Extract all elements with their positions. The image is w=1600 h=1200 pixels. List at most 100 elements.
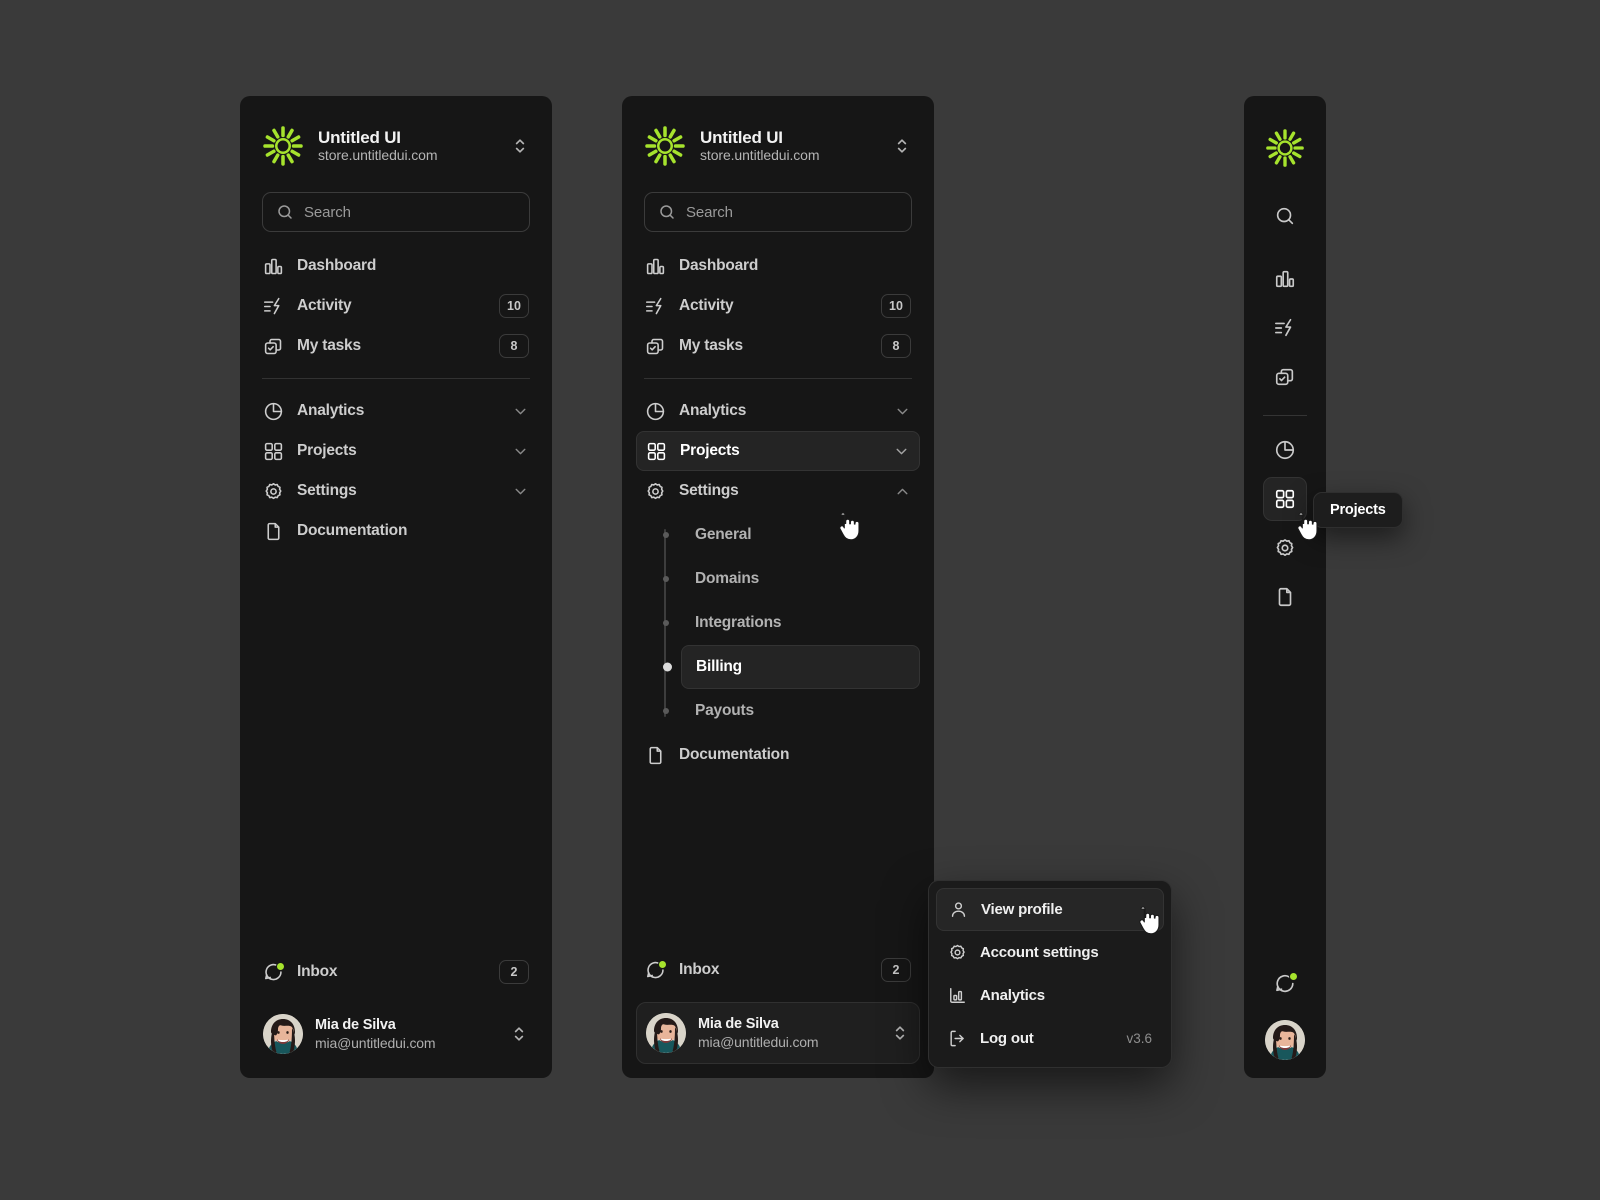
pie-chart-icon (645, 401, 666, 422)
tree-dot (663, 576, 669, 582)
menu-item-view-profile[interactable]: View profile (936, 888, 1164, 931)
sunburst-logo-icon (262, 125, 304, 167)
checked-copy-icon (263, 336, 284, 357)
account-text: Mia de Silva mia@untitledui.com (315, 1017, 497, 1051)
chevron-up-down-icon[interactable] (890, 1023, 910, 1043)
activity-badge: 10 (499, 294, 529, 318)
sidebar-item-documentation[interactable]: Documentation (254, 511, 538, 551)
sidebar-item-inbox[interactable]: Inbox 2 (636, 950, 920, 990)
account-email: mia@untitledui.com (698, 1033, 819, 1050)
avatar[interactable] (1265, 1020, 1305, 1060)
search-icon (658, 203, 676, 221)
sidebar-item-dashboard[interactable]: Dashboard (636, 246, 920, 286)
menu-item-log-out[interactable]: Log out v3.6 (936, 1017, 1164, 1060)
user-icon (949, 900, 968, 919)
my-tasks-badge: 8 (881, 334, 911, 358)
sidebar-item-settings[interactable]: Settings (636, 471, 920, 511)
sidebar-item-analytics[interactable]: Analytics (254, 391, 538, 431)
subnav-item-label: Payouts (695, 702, 754, 719)
sidebar-item-projects[interactable]: Projects (636, 431, 920, 471)
chevron-down-icon[interactable] (893, 443, 910, 460)
inbox-badge: 2 (499, 960, 529, 984)
subnav-item-label: Domains (695, 570, 760, 587)
tree-dot (663, 708, 669, 714)
chevron-down-icon[interactable] (894, 403, 911, 420)
sidebar-item-dashboard[interactable]: Dashboard (254, 246, 538, 286)
menu-item-account-settings[interactable]: Account settings (936, 931, 1164, 974)
rail-item-analytics[interactable] (1263, 428, 1307, 472)
chevron-down-icon[interactable] (512, 483, 529, 500)
sidebar-item-label: Documentation (679, 746, 790, 763)
chevron-up-icon[interactable] (894, 483, 911, 500)
rail-item-projects[interactable] (1263, 477, 1307, 521)
sidebar-item-my-tasks[interactable]: My tasks 8 (636, 326, 920, 366)
sidebar-item-projects[interactable]: Projects (254, 431, 538, 471)
account-switcher[interactable]: Mia de Silva mia@untitledui.com (254, 1004, 538, 1064)
menu-item-label: View profile (981, 901, 1063, 918)
rail-inner (1244, 96, 1326, 1078)
brand-text: Untitled UI store.untitledui.com (318, 128, 496, 164)
subnav-item-label: Integrations (695, 614, 782, 631)
primary-nav: Dashboard Activity 10 My tasks 8 (240, 232, 552, 366)
pie-chart-icon (263, 401, 284, 422)
brand-header[interactable]: Untitled UI store.untitledui.com (622, 118, 934, 174)
rail-item-inbox[interactable] (1263, 962, 1307, 1006)
sidebar-item-documentation[interactable]: Documentation (636, 735, 920, 775)
bar-chart-icon (263, 256, 284, 277)
subnav-item-domains[interactable]: Domains (663, 557, 920, 601)
primary-nav: Dashboard Activity 10 My tasks 8 (622, 232, 934, 366)
sunburst-logo-icon (644, 125, 686, 167)
subnav-item-general[interactable]: General (663, 513, 920, 557)
chevron-up-down-icon[interactable] (510, 136, 530, 156)
chevron-down-icon[interactable] (512, 403, 529, 420)
bar-chart-icon (948, 986, 967, 1005)
rail-item-activity[interactable] (1263, 306, 1307, 350)
grid-squares-icon (646, 441, 667, 462)
chevron-up-down-icon[interactable] (892, 136, 912, 156)
grid-squares-icon (1274, 488, 1296, 510)
sunburst-logo-icon[interactable] (1265, 128, 1305, 170)
search-placeholder: Search (304, 203, 351, 221)
subnav-item-label: General (695, 526, 752, 543)
sidebar-item-activity[interactable]: Activity 10 (254, 286, 538, 326)
rail-item-search[interactable] (1263, 194, 1307, 238)
tree-dot-active (662, 662, 672, 672)
chevron-down-icon[interactable] (512, 443, 529, 460)
account-switcher[interactable]: Mia de Silva mia@untitledui.com (636, 1002, 920, 1064)
menu-item-analytics[interactable]: Analytics (936, 974, 1164, 1017)
rail-item-dashboard[interactable] (1263, 257, 1307, 301)
screenshot-root: Untitled UI store.untitledui.com Search (0, 0, 1600, 1200)
brand-url: store.untitledui.com (318, 147, 438, 164)
unread-indicator (276, 961, 285, 971)
rail-item-documentation[interactable] (1263, 575, 1307, 619)
sidebar-item-my-tasks[interactable]: My tasks 8 (254, 326, 538, 366)
sidebar-item-analytics[interactable]: Analytics (636, 391, 920, 431)
tooltip-projects: Projects (1313, 492, 1403, 528)
pie-chart-icon (1274, 439, 1296, 461)
sidebar-icon-rail (1244, 96, 1326, 1078)
account-text: Mia de Silva mia@untitledui.com (698, 1016, 878, 1050)
subnav-item-integrations[interactable]: Integrations (663, 601, 920, 645)
avatar (263, 1014, 303, 1054)
account-dropdown-menu: View profile Account settings Analytics … (928, 880, 1172, 1068)
search-input[interactable]: Search (262, 192, 530, 232)
chevron-up-down-icon[interactable] (509, 1024, 529, 1044)
sidebar-item-activity[interactable]: Activity 10 (636, 286, 920, 326)
search-icon (1274, 205, 1296, 227)
sidebar-item-label: Dashboard (297, 257, 377, 274)
gear-icon (263, 481, 284, 502)
subnav-item-payouts[interactable]: Payouts (663, 689, 920, 733)
menu-item-label: Log out (980, 1030, 1034, 1047)
sidebar-item-settings[interactable]: Settings (254, 471, 538, 511)
bar-chart-icon (1274, 268, 1296, 290)
subnav-item-billing[interactable]: Billing (662, 645, 920, 689)
sidebar-item-label: Documentation (297, 522, 408, 539)
sidebar-item-label: Projects (680, 442, 740, 459)
sidebar-item-label: Settings (297, 482, 357, 499)
nav-divider (262, 378, 530, 379)
search-input[interactable]: Search (644, 192, 912, 232)
brand-header[interactable]: Untitled UI store.untitledui.com (240, 118, 552, 174)
rail-item-my-tasks[interactable] (1263, 355, 1307, 399)
rail-item-settings[interactable] (1263, 526, 1307, 570)
sidebar-item-inbox[interactable]: Inbox 2 (254, 952, 538, 992)
